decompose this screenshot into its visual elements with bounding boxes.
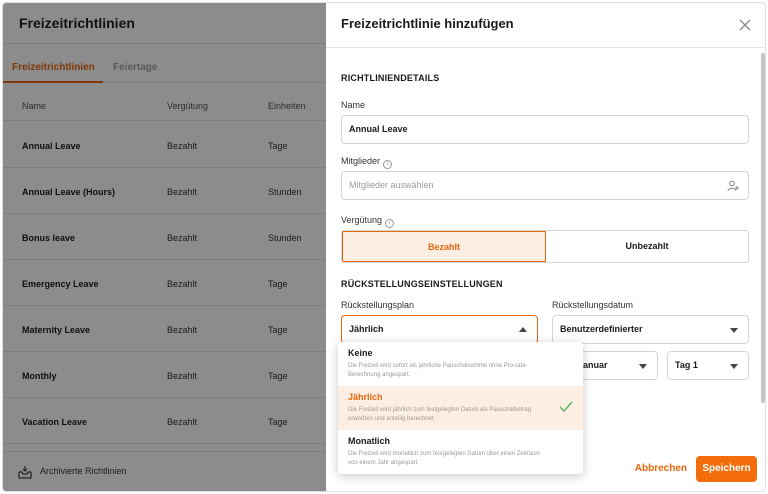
members-input[interactable]: Mitglieder auswählen xyxy=(341,171,749,200)
date-select[interactable]: Benutzerdefinierter xyxy=(552,315,749,344)
info-icon[interactable]: i xyxy=(383,160,393,169)
name-input[interactable]: Annual Leave xyxy=(341,115,749,144)
date-value: Benutzerdefinierter xyxy=(560,324,643,334)
date-label: Rückstellungsdatum xyxy=(552,300,634,310)
members-label: Mitglieder xyxy=(341,156,381,166)
cancel-button[interactable]: Abbrechen xyxy=(635,463,687,474)
plan-label: Rückstellungsplan xyxy=(341,300,415,310)
option-title: Monatlich xyxy=(348,436,390,446)
day-value: Tag 1 xyxy=(675,360,698,370)
option-title: Jährlich xyxy=(348,392,383,402)
section-title-accrual: RÜCKSTELLUNGSEINSTELLUNGEN xyxy=(341,279,503,289)
section-title-details: RICHTLINIENDETAILS xyxy=(341,73,440,83)
add-user-icon[interactable] xyxy=(727,180,739,192)
info-icon[interactable]: i xyxy=(385,219,395,228)
save-button[interactable]: Speichern xyxy=(696,456,757,482)
option-description: Die Freizeit wird sofort als jährliche P… xyxy=(348,363,528,378)
pay-label: Vergütung xyxy=(341,215,383,225)
pay-label-row: Vergütung i xyxy=(341,215,395,228)
drawer-title: Freizeitrichtlinie hinzufügen xyxy=(341,16,514,31)
chevron-up-icon xyxy=(519,327,527,332)
pay-option-paid[interactable]: Bezahlt xyxy=(342,231,546,262)
checkmark-icon xyxy=(559,401,573,413)
option-title: Keine xyxy=(348,348,373,358)
drawer-scrollbar[interactable] xyxy=(761,53,765,403)
dropdown-option-keine[interactable]: Keine Die Freizeit wird sofort als jährl… xyxy=(338,342,583,386)
members-label-row: Mitglieder i xyxy=(341,156,393,169)
plan-select[interactable]: Jährlich xyxy=(341,315,538,344)
option-description: Die Freizeit wird monatlich zum festgele… xyxy=(348,451,541,466)
pay-toggle: Bezahlt Unbezahlt xyxy=(341,230,749,263)
name-label: Name xyxy=(341,100,366,110)
drawer-header-divider xyxy=(326,47,765,48)
plan-value: Jährlich xyxy=(349,324,384,334)
dropdown-option-monatlich[interactable]: Monatlich Die Freizeit wird monatlich zu… xyxy=(338,430,583,474)
modal-backdrop[interactable] xyxy=(3,3,326,491)
dropdown-option-jaehrlich[interactable]: Jährlich Die Freizeit wird jährlich zum … xyxy=(338,386,583,430)
chevron-down-icon xyxy=(730,364,738,369)
chevron-down-icon xyxy=(639,364,647,369)
plan-dropdown-menu: Keine Die Freizeit wird sofort als jährl… xyxy=(338,342,583,474)
members-placeholder: Mitglieder auswählen xyxy=(349,180,434,190)
day-select[interactable]: Tag 1 xyxy=(667,351,749,380)
option-description: Die Freizeit wird jährlich zum festgeleg… xyxy=(348,407,532,422)
pay-option-unpaid[interactable]: Unbezahlt xyxy=(546,231,748,262)
close-icon[interactable] xyxy=(738,18,752,32)
chevron-down-icon xyxy=(730,328,738,333)
